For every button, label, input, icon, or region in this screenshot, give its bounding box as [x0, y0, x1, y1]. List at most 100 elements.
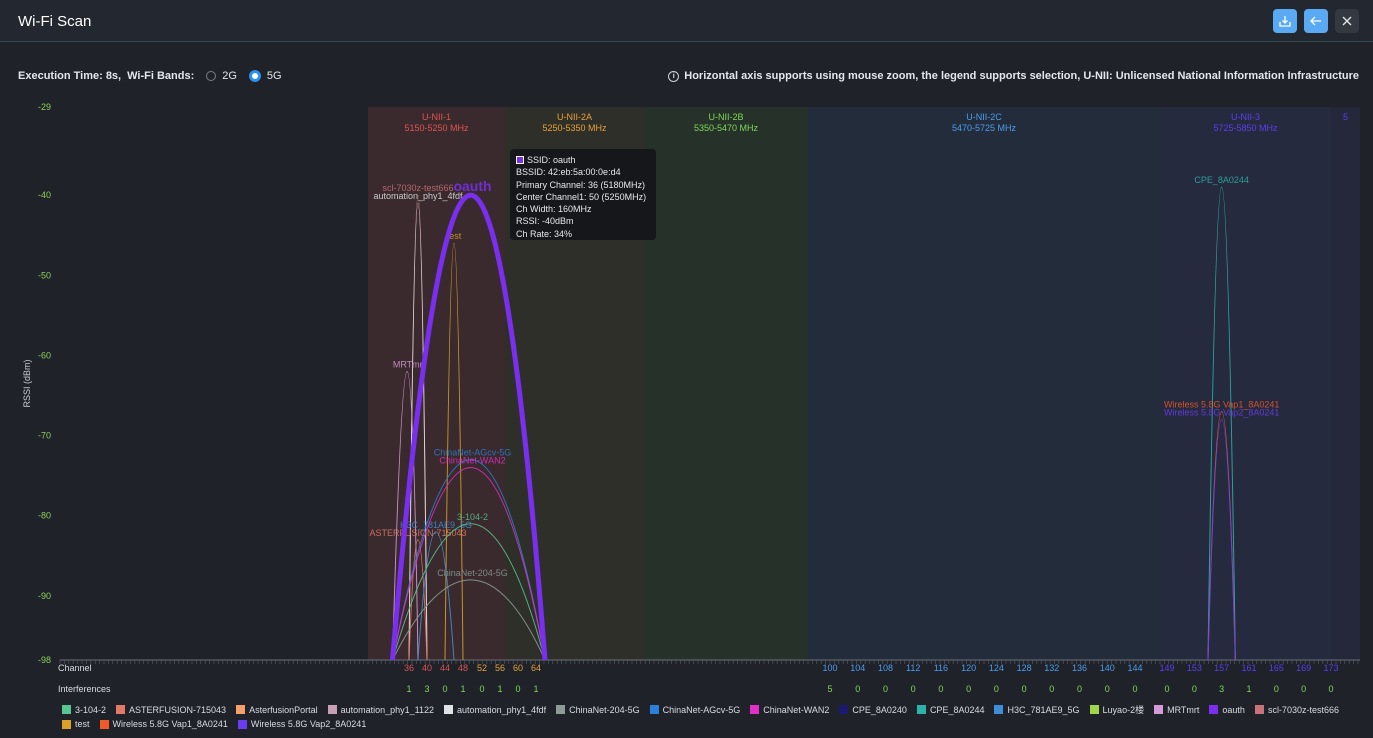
band-2g-radio[interactable] — [206, 71, 217, 81]
legend-item[interactable]: AsterfusionPortal — [236, 703, 318, 716]
legend-swatch — [750, 705, 760, 714]
legend-item[interactable]: automation_phy1_1122 — [327, 703, 434, 716]
download-button[interactable] — [1273, 9, 1297, 33]
rssi-chart[interactable]: U-NII-15150-5250 MHz U-NII-2A5250-5350 MH… — [0, 96, 1373, 701]
band-name-label: U-NII-1 — [422, 112, 451, 122]
interference-count: 0 — [442, 684, 447, 694]
close-icon — [1342, 16, 1352, 26]
interference-count: 5 — [827, 684, 832, 694]
band-2g-label[interactable]: 2G — [222, 70, 237, 82]
legend-item[interactable]: scl-7030z-test666 — [1254, 703, 1339, 716]
interference-count: 1 — [1246, 684, 1251, 694]
legend-item[interactable]: Wireless 5.8G Vap1_8A0241 — [99, 719, 228, 729]
legend-item[interactable]: ChinaNet-WAN2 — [750, 703, 829, 716]
channel-tick-label: 165 — [1269, 663, 1284, 673]
channel-tick-label: 56 — [495, 663, 505, 673]
legend-swatch — [237, 719, 247, 729]
legend-label: ChinaNet-204-5G — [569, 704, 640, 715]
channel-tick-label: 120 — [961, 663, 976, 673]
band-range-label: 5350-5470 MHz — [694, 123, 759, 133]
channel-tick-label: 161 — [1241, 663, 1256, 673]
legend-item[interactable]: Wireless 5.8G Vap2_8A0241 — [237, 719, 366, 729]
band-range-label: 5250-5350 MHz — [542, 123, 607, 133]
channel-tick-label: 153 — [1187, 663, 1202, 673]
channel-tick-label: 136 — [1072, 663, 1087, 673]
series-tooltip: SSID: oauth BSSID: 42:eb:5a:00:0e:d4 Pri… — [510, 149, 656, 240]
tooltip-width: Ch Width: 160MHz — [516, 204, 592, 215]
legend-swatch — [236, 705, 246, 714]
legend-item[interactable]: test — [62, 719, 90, 729]
legend-swatch — [62, 719, 71, 729]
band-5g-radio[interactable] — [248, 70, 261, 82]
legend-item[interactable]: 3-104-2 — [62, 703, 106, 716]
legend-swatch — [444, 705, 454, 714]
legend-item[interactable]: Luyao-2楼 — [1089, 703, 1144, 716]
y-tick-label: -98 — [38, 655, 51, 665]
channel-row-label: Channel — [58, 663, 92, 673]
interference-count: 0 — [515, 684, 520, 694]
interference-count: 0 — [938, 684, 943, 694]
series-label: MRTmrt — [393, 359, 426, 369]
band-range-label: 5150-5250 MHz — [404, 123, 469, 133]
legend-swatch — [327, 705, 337, 714]
interference-count: 0 — [1301, 684, 1306, 694]
y-axis-label: RSSI (dBm) — [22, 359, 32, 407]
info-icon: i — [668, 70, 680, 82]
y-tick-label: -80 — [38, 511, 51, 521]
legend-item[interactable]: MRTmrt — [1154, 703, 1199, 716]
series-label: Wireless 5.8G Vap2_8A0241 — [1164, 408, 1279, 418]
legend-swatch — [649, 705, 659, 714]
interference-count: 0 — [1132, 684, 1137, 694]
legend-item[interactable]: CPE_8A0244 — [916, 703, 985, 716]
legend-label: CPE_8A0244 — [929, 704, 985, 715]
band-region — [808, 107, 1160, 660]
legend-item[interactable]: automation_phy1_4fdf — [444, 703, 546, 716]
legend-swatch — [1154, 705, 1164, 714]
back-arrow-icon — [1310, 16, 1321, 26]
band-5g-label[interactable]: 5G — [267, 70, 282, 82]
series-label: CPE_8A0244 — [1194, 175, 1249, 185]
interference-count: 1 — [533, 684, 538, 694]
interference-count: 0 — [1022, 684, 1027, 694]
legend-swatch — [994, 705, 1004, 714]
channel-tick-label: 40 — [422, 663, 432, 673]
channel-tick-label: 157 — [1214, 663, 1229, 673]
interferences-row-label: Interferences — [58, 684, 111, 694]
channel-tick-label: 48 — [458, 663, 468, 673]
legend-item[interactable]: CPE_8A0240 — [839, 703, 907, 716]
y-tick-label: -50 — [38, 270, 51, 280]
interference-count: 0 — [883, 684, 888, 694]
y-tick-label: -40 — [38, 190, 51, 200]
interference-count: 0 — [1049, 684, 1054, 694]
legend-label: CPE_8A0240 — [852, 704, 907, 715]
band-name-label: U-NII-2A — [557, 112, 592, 122]
channel-tick-label: 64 — [531, 663, 541, 673]
close-button[interactable] — [1335, 9, 1359, 33]
legend-swatch — [1089, 705, 1099, 714]
interference-count: 0 — [966, 684, 971, 694]
bands-label: Wi-Fi Bands: — [127, 70, 195, 82]
back-button[interactable] — [1304, 9, 1328, 33]
legend-swatch — [99, 719, 109, 729]
legend-label: MRTmrt — [1167, 704, 1200, 715]
tooltip-rssi: RSSI: -40dBm — [516, 216, 574, 227]
page-title: Wi-Fi Scan — [18, 13, 92, 30]
interference-count: 1 — [497, 684, 502, 694]
legend-item[interactable]: oauth — [1209, 703, 1245, 716]
y-tick-label: -70 — [38, 431, 51, 441]
channel-tick-label: 132 — [1044, 663, 1059, 673]
channel-tick-label: 124 — [989, 663, 1004, 673]
tooltip-bssid: BSSID: 42:eb:5a:00:0e:d4 — [516, 167, 621, 178]
legend-item[interactable]: ASTERFUSION-715043 — [116, 703, 226, 716]
band-range-label: 5725-5850 MHz — [1213, 123, 1278, 133]
legend-label: ChinaNet-WAN2 — [763, 704, 830, 715]
channel-tick-label: 149 — [1159, 663, 1174, 673]
legend-label: Wireless 5.8G Vap1_8A0241 — [112, 719, 228, 729]
channel-tick-label: 173 — [1323, 663, 1338, 673]
legend-item[interactable]: ChinaNet-AGcv-5G — [649, 703, 740, 716]
interference-count: 0 — [1274, 684, 1279, 694]
legend-item[interactable]: H3C_781AE9_5G — [994, 703, 1080, 716]
legend-item[interactable]: ChinaNet-204-5G — [556, 703, 640, 716]
band-region — [1331, 107, 1360, 660]
interference-count: 0 — [994, 684, 999, 694]
